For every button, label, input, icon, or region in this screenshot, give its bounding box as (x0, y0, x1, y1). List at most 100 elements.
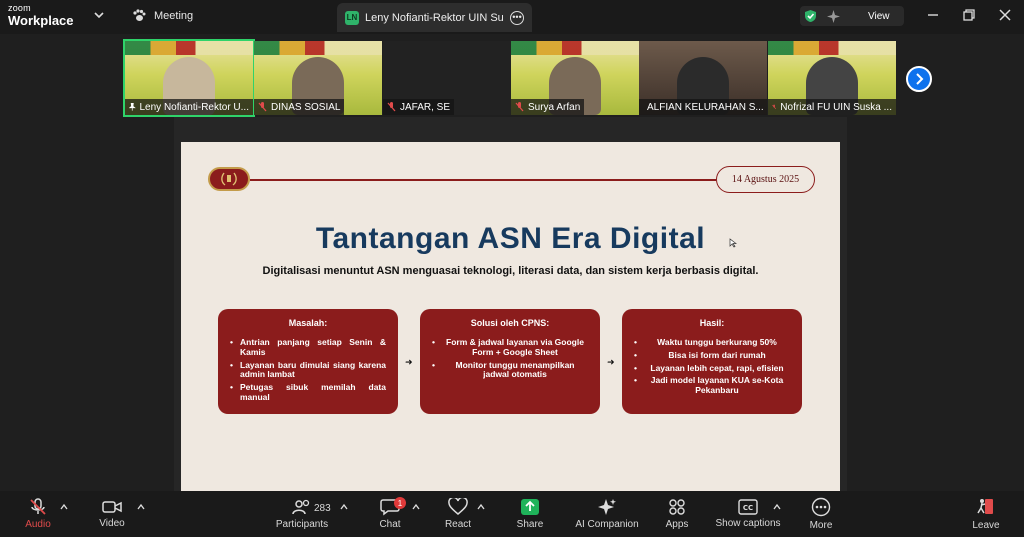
participant-name-tag: ALFIAN KELURAHAN S... (639, 99, 767, 115)
list-item: Form & jadwal layanan via Google Form + … (432, 337, 588, 358)
list-item: Layanan lebih cepat, rapi, efisien (634, 363, 790, 374)
mic-muted-icon (515, 102, 524, 112)
participant-tile[interactable]: JAFAR, SE (383, 41, 511, 115)
institution-emblem (208, 167, 250, 191)
chat-label: Chat (379, 519, 401, 530)
heart-icon (448, 498, 468, 515)
more-label: More (809, 520, 833, 531)
apps-button[interactable]: Apps (661, 491, 693, 537)
chevron-up-icon[interactable] (412, 503, 420, 511)
chevron-up-icon[interactable] (137, 503, 145, 511)
participant-name-tag: JAFAR, SE (383, 99, 455, 115)
more-icon (811, 497, 831, 517)
banner-stripe (768, 41, 896, 55)
participant-name-tag: DINAS SOSIAL (254, 99, 345, 115)
box-heading: Masalah: (288, 318, 328, 328)
participant-name: DINAS SOSIAL (271, 101, 341, 113)
list-item: Antrian panjang setiap Senin & Kamis (230, 337, 386, 358)
share-screen-icon (521, 499, 539, 515)
mouse-cursor-icon (729, 238, 737, 248)
arrow-icon: ➜ (607, 357, 615, 367)
box-heading: Solusi oleh CPNS: (470, 318, 550, 328)
participant-tile[interactable]: ALFIAN KELURAHAN S... (639, 41, 767, 115)
leave-label: Leave (972, 520, 1000, 531)
video-button[interactable]: Video (96, 491, 128, 537)
react-button[interactable]: React (442, 491, 474, 537)
svg-text:CC: CC (743, 504, 753, 512)
slide-subtitle: Digitalisasi menuntut ASN menguasai tekn… (262, 265, 759, 277)
participant-tile[interactable]: Leny Nofianti-Rektor U... (123, 39, 255, 117)
banner-stripe (511, 41, 639, 55)
audio-button[interactable]: Audio (20, 491, 56, 537)
participant-tile[interactable]: Surya Arfan (511, 41, 639, 115)
shared-screen: 14 Agustus 2025 Tantangan ASN Era Digita… (174, 117, 847, 491)
minimize-icon[interactable] (926, 8, 940, 22)
participants-button[interactable]: Participants (272, 491, 332, 537)
meeting-menu[interactable]: Meeting (132, 9, 193, 22)
list-item: Bisa isi form dari rumah (634, 350, 790, 361)
chevron-up-icon[interactable] (477, 503, 485, 511)
close-icon[interactable] (998, 8, 1012, 22)
next-page-button[interactable] (906, 66, 932, 92)
mic-muted-icon (258, 102, 267, 112)
participants-count: 283 (314, 503, 331, 514)
header-rule (250, 179, 716, 181)
zoom-workplace-logo: zoom Workplace (8, 3, 74, 28)
share-button[interactable]: Share (513, 491, 547, 537)
box-heading: Hasil: (699, 318, 725, 328)
leave-button[interactable]: Leave (968, 491, 1004, 537)
view-button[interactable]: View (868, 11, 890, 22)
pin-icon (129, 103, 136, 111)
ai-sparkle-icon (598, 499, 616, 515)
list-item: Petugas sibuk memilah data manual (230, 382, 386, 403)
captions-icon: CC (738, 499, 758, 515)
title-bar: zoom Workplace Meeting LN Leny Nofianti-… (0, 0, 1024, 34)
logo-line1: zoom (8, 3, 31, 13)
participant-name: Surya Arfan (528, 101, 581, 113)
react-label: React (444, 519, 472, 530)
participants-icon (292, 499, 310, 515)
shield-check-icon[interactable] (804, 9, 817, 23)
participants-label: Participants (275, 519, 329, 530)
restore-icon[interactable] (962, 8, 976, 22)
apps-label: Apps (665, 519, 689, 530)
chat-badge: 1 (394, 497, 406, 509)
meeting-tab[interactable]: LN Leny Nofianti-Rektor UIN Suska R ••• (337, 3, 532, 32)
participant-name: ALFIAN KELURAHAN S... (647, 101, 764, 113)
mic-muted-icon (30, 498, 46, 515)
chevron-up-icon[interactable] (340, 503, 348, 511)
security-view-bar: View (800, 6, 904, 26)
banner-stripe (254, 41, 382, 55)
more-options-icon[interactable]: ••• (510, 10, 524, 25)
video-label: Video (99, 518, 125, 529)
leave-door-icon (977, 499, 993, 514)
problem-box: Masalah: Antrian panjang setiap Senin & … (218, 309, 398, 414)
video-camera-icon (102, 501, 122, 513)
chevron-down-icon[interactable] (93, 9, 105, 21)
chevron-up-icon[interactable] (773, 503, 781, 511)
mic-muted-icon (387, 102, 396, 112)
more-button[interactable]: More (805, 491, 837, 537)
participant-strip: Leny Nofianti-Rektor U... DINAS SOSIAL J… (0, 39, 1024, 117)
paw-icon (133, 9, 146, 21)
meeting-label: Meeting (154, 9, 194, 22)
chevron-up-icon[interactable] (60, 503, 68, 511)
chat-button[interactable]: 1 Chat (374, 491, 406, 537)
presentation-slide: 14 Agustus 2025 Tantangan ASN Era Digita… (181, 142, 840, 491)
tab-initials-badge: LN (345, 10, 359, 25)
ai-companion-button[interactable]: AI Companion (573, 491, 641, 537)
show-captions-button[interactable]: CC Show captions (713, 491, 783, 537)
mic-muted-icon (772, 104, 777, 110)
banner-stripe (125, 41, 253, 55)
participant-tile[interactable]: DINAS SOSIAL (254, 41, 382, 115)
result-box: Hasil: Waktu tunggu berkurang 50% Bisa i… (622, 309, 802, 414)
apps-icon (669, 499, 685, 515)
participant-tile[interactable]: Nofrizal FU UIN Suska ... (768, 41, 896, 115)
participant-name-tag: Nofrizal FU UIN Suska ... (768, 99, 896, 115)
participant-name: Leny Nofianti-Rektor U... (139, 101, 250, 113)
sparkle-icon[interactable] (827, 9, 840, 23)
list-item: Waktu tunggu berkurang 50% (634, 337, 790, 348)
meeting-toolbar: Audio Video Participants 283 1 Chat Reac… (0, 491, 1024, 537)
audio-label: Audio (25, 519, 51, 530)
logo-line2: Workplace (8, 13, 74, 28)
